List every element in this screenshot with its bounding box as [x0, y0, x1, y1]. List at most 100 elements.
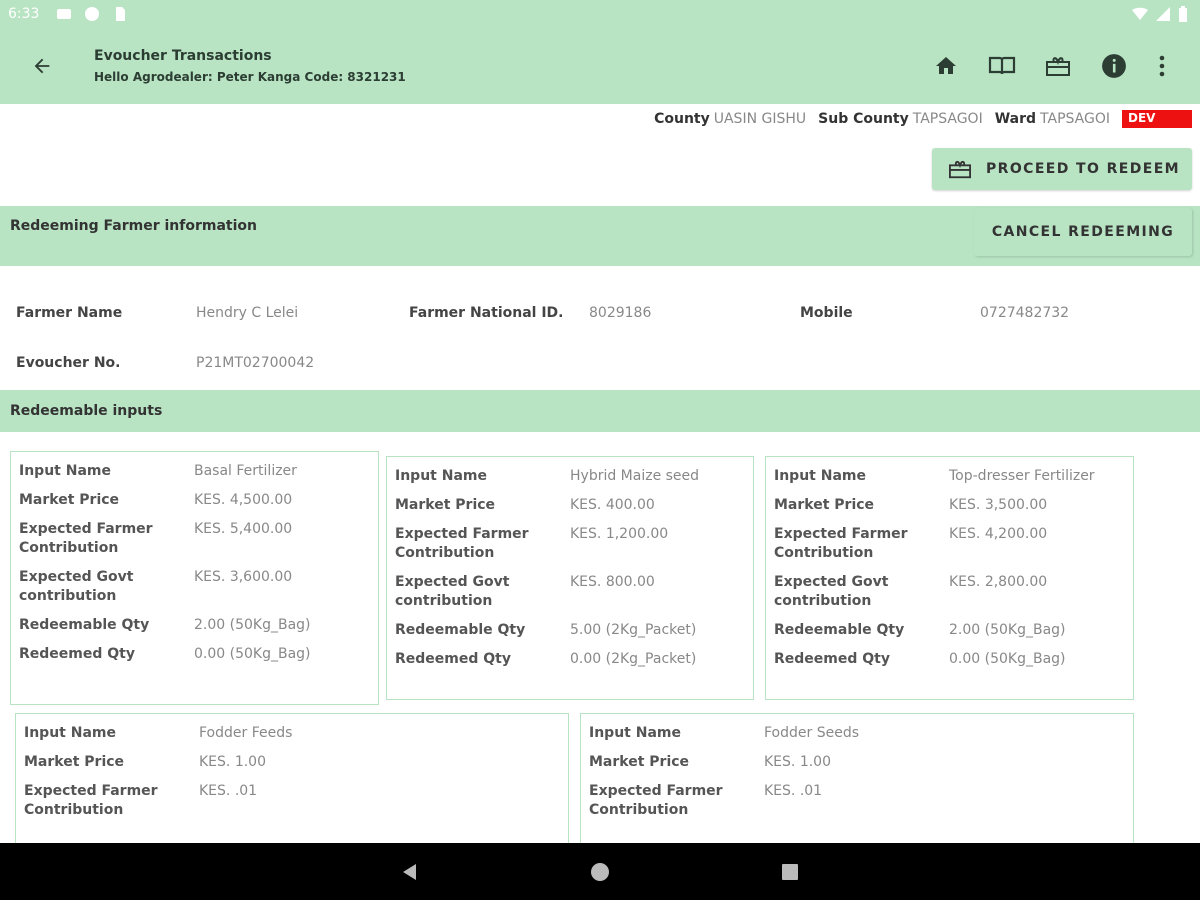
market-price-value: KES. 4,500.00: [194, 492, 293, 508]
gift-card-icon: [949, 160, 971, 179]
input-card: Input Name Hybrid Maize seed Market Price…: [386, 456, 754, 700]
farmer-contribution-label: Expected Farmer Contribution: [395, 526, 529, 561]
farmer-contribution-value: KES. 4,200.00: [949, 526, 1048, 542]
subcounty-label: Sub County: [818, 111, 909, 127]
gift-card-icon: [1046, 57, 1070, 76]
farmer-contribution-label: Expected Farmer Contribution: [24, 783, 158, 818]
cancel-label: CANCEL REDEEMING: [991, 224, 1175, 240]
wifi-icon: [1132, 7, 1148, 20]
market-price-value: KES. 400.00: [570, 497, 655, 513]
input-name-value: Hybrid Maize seed: [570, 468, 700, 484]
farmer-contribution-label: Expected Farmer Contribution: [589, 783, 723, 818]
farmer-contribution-value: KES. 1,200.00: [570, 526, 669, 542]
system-nav-bar: [0, 843, 1200, 900]
input-card: Input Name Fodder Feeds Market Price KES. …: [15, 713, 569, 853]
farmer-id-value: 8029186: [589, 305, 652, 321]
market-price-label: Market Price: [24, 754, 125, 770]
evoucher-label: Evoucher No.: [16, 355, 121, 371]
circle-home-icon: [591, 863, 609, 881]
farmer-contribution-label: Expected Farmer Contribution: [774, 526, 908, 561]
farmer-section-header: Redeeming Farmer information CANCEL REDE…: [0, 206, 1200, 266]
govt-contribution-label: Expected Govt contribution: [774, 574, 889, 609]
redeemable-qty-label: Redeemable Qty: [395, 622, 526, 638]
redeemed-qty-label: Redeemed Qty: [395, 651, 511, 667]
book-icon: [988, 56, 1016, 75]
input-name-label: Input Name: [774, 468, 866, 484]
county-label: County: [654, 111, 710, 127]
info-icon: [1102, 54, 1126, 78]
farmer-contribution-value: KES. 5,400.00: [194, 521, 293, 537]
voucher-button[interactable]: [1030, 50, 1086, 82]
back-button[interactable]: [22, 48, 62, 84]
farmer-section-title: Redeeming Farmer information: [10, 218, 257, 234]
input-name-value: Basal Fertilizer: [194, 463, 297, 479]
more-button[interactable]: [1142, 50, 1182, 82]
redeemable-qty-value: 2.00 (50Kg_Bag): [194, 617, 311, 633]
input-name-label: Input Name: [589, 725, 681, 741]
redeemed-qty-value: 0.00 (50Kg_Bag): [949, 651, 1066, 667]
redeemed-qty-label: Redeemed Qty: [19, 646, 135, 662]
market-price-label: Market Price: [19, 492, 120, 508]
page-title: Evoucher Transactions: [94, 48, 272, 64]
status-bar: 6:33: [0, 0, 1200, 30]
battery-icon: [1179, 6, 1187, 22]
status-time: 6:33: [8, 6, 40, 22]
farmer-contribution-value: KES. .01: [764, 783, 823, 799]
home-icon: [936, 57, 956, 74]
market-price-value: KES. 3,500.00: [949, 497, 1048, 513]
nav-recents-button[interactable]: [775, 857, 805, 887]
home-button[interactable]: [918, 50, 974, 82]
inputs-section-header: Redeemable inputs: [0, 390, 1200, 432]
ward-value: TAPSAGOI: [1040, 111, 1110, 127]
status-right: [1132, 6, 1188, 22]
arrow-left-icon: [34, 58, 50, 74]
input-name-label: Input Name: [395, 468, 487, 484]
cancel-redeeming-button[interactable]: CANCEL REDEEMING: [974, 208, 1192, 256]
farmer-contribution-label: Expected Farmer Contribution: [19, 521, 153, 556]
ward-label: Ward: [994, 111, 1037, 127]
input-name-value: Fodder Feeds: [199, 725, 293, 741]
proceed-to-redeem-button[interactable]: PROCEED TO REDEEM: [932, 148, 1192, 190]
book-button[interactable]: [974, 50, 1030, 82]
govt-contribution-value: KES. 3,600.00: [194, 569, 293, 585]
market-price-label: Market Price: [395, 497, 496, 513]
info-button[interactable]: [1086, 50, 1142, 82]
input-name-label: Input Name: [24, 725, 116, 741]
app-actions: [918, 50, 1182, 82]
inputs-section-title: Redeemable inputs: [10, 403, 163, 419]
input-card: Input Name Basal Fertilizer Market Price K…: [10, 451, 379, 705]
redeemed-qty-label: Redeemed Qty: [774, 651, 890, 667]
market-price-label: Market Price: [774, 497, 875, 513]
signal-icon: [1156, 7, 1170, 21]
page-subtitle: Hello Agrodealer: Peter Kanga Code: 8321…: [94, 70, 406, 84]
input-card: Input Name Top-dresser Fertilizer Market …: [765, 456, 1134, 700]
redeemable-qty-value: 5.00 (2Kg_Packet): [570, 622, 697, 638]
notification-icon: [57, 9, 71, 19]
input-name-value: Top-dresser Fertilizer: [949, 468, 1095, 484]
env-badge: DEV: [1122, 110, 1192, 128]
market-price-value: KES. 1.00: [199, 754, 266, 770]
evoucher-value: P21MT02700042: [196, 355, 315, 371]
proceed-label: PROCEED TO REDEEM: [986, 161, 1180, 177]
govt-contribution-label: Expected Govt contribution: [19, 569, 134, 604]
county-value: UASIN GISHU: [713, 111, 807, 127]
notification-icon: [85, 7, 99, 21]
nav-back-button[interactable]: [395, 857, 425, 887]
farmer-id-label: Farmer National ID.: [409, 305, 564, 321]
redeemable-qty-label: Redeemable Qty: [774, 622, 905, 638]
redeemable-qty-label: Redeemable Qty: [19, 617, 150, 633]
location-line: County UASIN GISHU Sub County TAPSAGOI W…: [654, 110, 1192, 128]
redeemed-qty-value: 0.00 (50Kg_Bag): [194, 646, 311, 662]
sd-card-icon: [116, 7, 125, 21]
redeemable-qty-value: 2.00 (50Kg_Bag): [949, 622, 1066, 638]
farmer-name-value: Hendry C Lelei: [196, 305, 299, 321]
more-vertical-icon: [1159, 55, 1165, 77]
govt-contribution-value: KES. 800.00: [570, 574, 655, 590]
nav-home-button[interactable]: [585, 857, 615, 887]
triangle-back-icon: [403, 864, 416, 880]
input-name-value: Fodder Seeds: [764, 725, 860, 741]
mobile-label: Mobile: [800, 305, 853, 321]
input-name-label: Input Name: [19, 463, 111, 479]
govt-contribution-label: Expected Govt contribution: [395, 574, 510, 609]
square-recents-icon: [782, 864, 798, 880]
